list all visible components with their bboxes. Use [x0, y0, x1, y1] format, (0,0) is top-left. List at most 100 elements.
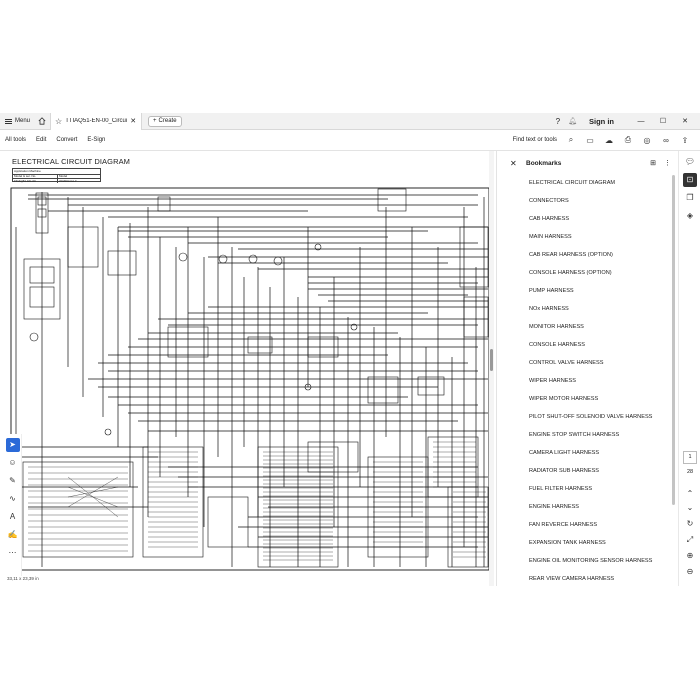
help-icon[interactable]: ?: [556, 117, 560, 126]
bookmark-item[interactable]: CONNECTORS: [529, 198, 652, 216]
all-tools-button[interactable]: All tools: [0, 137, 31, 143]
maximize-icon[interactable]: ☐: [656, 117, 670, 125]
quick-tools-panel: ➤ ☺ ✎ ∿ A ✍ ⋯: [4, 434, 22, 576]
acrobat-window: Menu ☆ TTIAQ51-EN-00_Circuit(... ✕ + Cre…: [0, 112, 700, 586]
model-info-box: Application Machine Model & ser. No. Mod…: [12, 168, 101, 183]
page-down-icon[interactable]: ⌄: [683, 501, 697, 515]
bookmark-item[interactable]: ENGINE HARNESS: [529, 504, 652, 522]
bookmark-item[interactable]: NOx HARNESS: [529, 306, 652, 324]
highlight-pen-icon[interactable]: ✎: [6, 474, 20, 488]
more-tools-icon[interactable]: ⋯: [6, 546, 20, 560]
bookmark-item[interactable]: REAR VIEW CAMERA HARNESS: [529, 576, 652, 586]
model-box-divider: [57, 173, 58, 183]
model-box-row3-right: ZX200LCH-7: [59, 178, 77, 183]
bookmark-item[interactable]: FUEL FILTER HARNESS: [529, 486, 652, 504]
share-icon[interactable]: ⇪: [680, 136, 690, 145]
bookmarks-list: ELECTRICAL CIRCUIT DIAGRAM CONNECTORS CAB …: [529, 180, 652, 586]
tab-bar-right: ? 🔔︎ Sign in — ☐ ✕: [556, 117, 700, 126]
bookmark-item[interactable]: CONSOLE HARNESS: [529, 342, 652, 360]
bookmarks-panel: ✕ Bookmarks ⊞ ⋮ ELECTRICAL CIRCUIT DIAGR…: [496, 151, 677, 586]
close-panel-icon[interactable]: ✕: [510, 159, 522, 168]
fit-page-icon[interactable]: ⤢: [683, 533, 697, 547]
document-scrollbar[interactable]: [489, 151, 494, 586]
star-icon[interactable]: ☆: [55, 117, 62, 126]
bookmark-item[interactable]: MAIN HARNESS: [529, 234, 652, 252]
bookmark-item[interactable]: WIPER MOTOR HARNESS: [529, 396, 652, 414]
tab-document[interactable]: ☆ TTIAQ51-EN-00_Circuit(... ✕: [50, 112, 143, 130]
bookmark-item[interactable]: PUMP HARNESS: [529, 288, 652, 306]
esign-button[interactable]: E-Sign: [82, 137, 110, 143]
bookmark-item[interactable]: ELECTRICAL CIRCUIT DIAGRAM: [529, 180, 652, 198]
toolbar-right: Find text or tools ⌕ ▭ ☁ ⎙ ◎ ∞ ⇪: [513, 135, 700, 145]
zoom-out-icon[interactable]: ⊖: [683, 565, 697, 579]
link-icon[interactable]: ∞: [661, 136, 671, 145]
create-label: Create: [158, 118, 177, 124]
select-cursor-icon[interactable]: ➤: [5, 438, 20, 452]
add-text-icon[interactable]: A: [6, 510, 20, 524]
bookmark-item[interactable]: CONSOLE HARNESS (OPTION): [529, 270, 652, 288]
add-bookmark-icon[interactable]: ⊞: [650, 159, 656, 167]
bookmark-item[interactable]: WIPER HARNESS: [529, 378, 652, 396]
search-icon[interactable]: ⌕: [566, 135, 576, 145]
bookmark-item[interactable]: CAMERA LIGHT HARNESS: [529, 450, 652, 468]
edit-button[interactable]: Edit: [31, 137, 51, 143]
home-icon: [38, 117, 46, 125]
page-title: ELECTRICAL CIRCUIT DIAGRAM: [12, 157, 131, 166]
save-icon[interactable]: ▭: [585, 136, 595, 145]
page-total: 28: [686, 469, 694, 475]
home-button[interactable]: [34, 113, 50, 130]
hamburger-icon: [5, 118, 12, 124]
more-options-icon[interactable]: ⋮: [664, 159, 671, 167]
create-button[interactable]: + Create: [148, 115, 182, 127]
convert-button[interactable]: Convert: [51, 137, 82, 143]
model-box-row1: Application Machine: [14, 169, 41, 173]
bookmark-item[interactable]: CAB HARNESS: [529, 216, 652, 234]
upload-icon[interactable]: ☁: [604, 136, 614, 145]
right-rail: 💬︎ ⊡ ❐ ◈ 1 28 ⌃ ⌄ ↻ ⤢ ⊕ ⊖: [678, 151, 700, 586]
bookmarks-actions: ⊞ ⋮: [650, 159, 677, 167]
bell-icon[interactable]: 🔔︎: [568, 117, 577, 125]
bookmark-item[interactable]: CONTROL VALVE HARNESS: [529, 360, 652, 378]
sign-in-button[interactable]: Sign in: [585, 117, 626, 126]
pages-panel-icon[interactable]: ❐: [683, 191, 697, 205]
bookmark-item[interactable]: EXPANSION TANK HARNESS: [529, 540, 652, 558]
page-up-icon[interactable]: ⌃: [683, 487, 697, 501]
menu-label: Menu: [15, 118, 31, 124]
bookmarks-header: ✕ Bookmarks ⊞ ⋮: [497, 151, 677, 175]
bookmarks-title: Bookmarks: [526, 159, 562, 167]
tab-document-title: TTIAQ51-EN-00_Circuit(...: [65, 118, 127, 124]
circuit-schematic: [10, 187, 490, 571]
layers-panel-icon[interactable]: ◈: [683, 209, 697, 223]
page-number-input[interactable]: 1: [683, 451, 697, 464]
plus-icon: +: [153, 118, 157, 124]
document-viewer[interactable]: ELECTRICAL CIRCUIT DIAGRAM Application M…: [0, 151, 494, 586]
menu-button[interactable]: Menu: [0, 113, 34, 130]
document-scrollbar-thumb[interactable]: [490, 349, 493, 371]
bookmark-item[interactable]: ENGINE STOP SWITCH HARNESS: [529, 432, 652, 450]
close-icon[interactable]: ✕: [130, 117, 136, 125]
minimize-icon[interactable]: —: [634, 118, 648, 125]
print-icon[interactable]: ⎙: [623, 135, 633, 145]
bookmarks-scrollbar[interactable]: [672, 175, 676, 586]
bookmark-item[interactable]: FAN REVERCE HARNESS: [529, 522, 652, 540]
bookmarks-scrollbar-thumb[interactable]: [672, 175, 675, 505]
tab-bar: Menu ☆ TTIAQ51-EN-00_Circuit(... ✕ + Cre…: [0, 112, 700, 130]
close-window-icon[interactable]: ✕: [678, 117, 692, 125]
bookmark-item[interactable]: MONITOR HARNESS: [529, 324, 652, 342]
rotate-icon[interactable]: ↻: [683, 517, 697, 531]
zoom-in-icon[interactable]: ⊕: [683, 549, 697, 563]
bookmark-item[interactable]: PILOT SHUT-OFF SOLENOID VALVE HARNESS: [529, 414, 652, 432]
draw-freehand-icon[interactable]: ∿: [6, 492, 20, 506]
bookmarks-panel-icon[interactable]: ⊡: [683, 173, 697, 187]
add-comment-icon[interactable]: ☺: [6, 456, 20, 470]
bookmark-item[interactable]: ENGINE OIL MONITORING SENSOR HARNESS: [529, 558, 652, 576]
find-text-button[interactable]: Find text or tools: [513, 137, 557, 143]
toolbar: All tools Edit Convert E-Sign Find text …: [0, 130, 700, 151]
comment-panel-icon[interactable]: 💬︎: [683, 155, 697, 169]
bookmark-item[interactable]: CAB REAR HARNESS (OPTION): [529, 252, 652, 270]
page-size-readout: 33,11 x 23,39 in: [7, 576, 39, 581]
fill-sign-icon[interactable]: ✍: [6, 528, 20, 542]
model-box-row3-left: TTIAQ51-EN-00: [14, 178, 36, 183]
ai-assistant-icon[interactable]: ◎: [642, 136, 652, 145]
bookmark-item[interactable]: RADIATOR SUB HARNESS: [529, 468, 652, 486]
